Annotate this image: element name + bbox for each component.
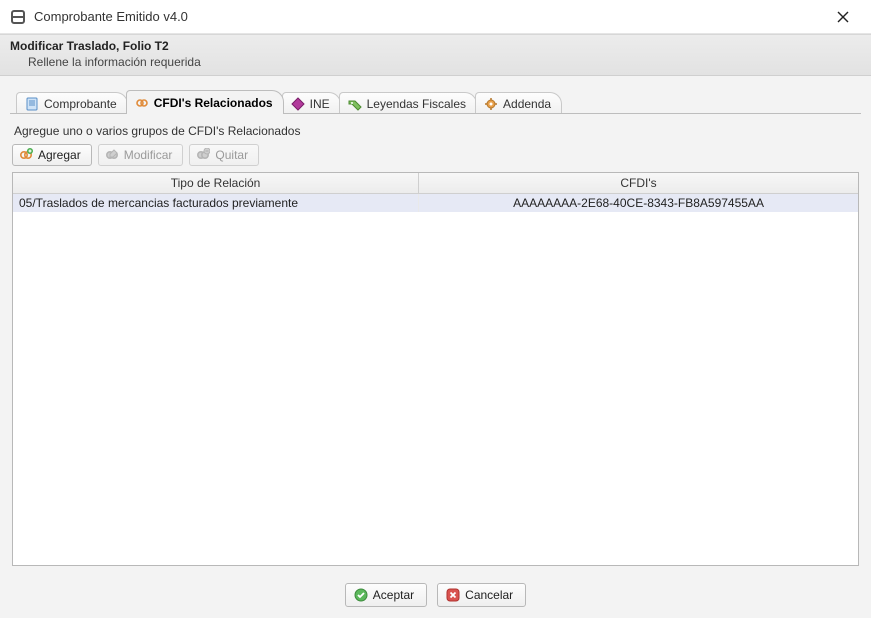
button-label: Aceptar — [373, 588, 414, 602]
tag-icon — [348, 97, 362, 111]
gear-icon — [484, 97, 498, 111]
tab-comprobante[interactable]: Comprobante — [16, 92, 128, 114]
edit-button: Modificar — [98, 144, 184, 166]
cfdis-table[interactable]: Tipo de Relación CFDI's 05/Traslados de … — [12, 172, 859, 566]
tab-label: INE — [310, 97, 330, 111]
col-header-relation[interactable]: Tipo de Relación — [13, 173, 419, 193]
document-icon — [25, 97, 39, 111]
table-row[interactable]: 05/Traslados de mercancias facturados pr… — [13, 193, 858, 212]
button-label: Quitar — [215, 148, 248, 162]
tab-ine[interactable]: INE — [282, 92, 341, 114]
body: Comprobante CFDI's Relacionados INE Leye… — [0, 76, 871, 578]
tab-label: Addenda — [503, 97, 551, 111]
tab-strip: Comprobante CFDI's Relacionados INE Leye… — [10, 90, 861, 114]
remove-icon — [196, 148, 210, 162]
remove-button: Quitar — [189, 144, 259, 166]
button-label: Cancelar — [465, 588, 513, 602]
tab-label: Leyendas Fiscales — [367, 97, 466, 111]
window: Comprobante Emitido v4.0 Modificar Trasl… — [0, 0, 871, 618]
close-icon — [837, 11, 849, 23]
page-title: Modificar Traslado, Folio T2 — [10, 39, 861, 53]
check-icon — [354, 588, 368, 602]
footer: Aceptar Cancelar — [0, 578, 871, 618]
toolbar: Agregar Modificar Quitar — [12, 142, 859, 172]
tab-panel-cfdis: Agregue uno o varios grupos de CFDI's Re… — [10, 114, 861, 570]
button-label: Agregar — [38, 148, 81, 162]
accept-button[interactable]: Aceptar — [345, 583, 427, 607]
link-icon — [135, 96, 149, 110]
diamond-icon — [291, 97, 305, 111]
cell-relation: 05/Traslados de mercancias facturados pr… — [13, 193, 419, 212]
titlebar: Comprobante Emitido v4.0 — [0, 0, 871, 34]
cell-cfdis: AAAAAAAA-2E68-40CE-8343-FB8A597455AA — [419, 193, 858, 212]
tab-label: CFDI's Relacionados — [154, 96, 273, 110]
page-subtitle: Rellene la información requerida — [10, 55, 861, 69]
instruction-text: Agregue uno o varios grupos de CFDI's Re… — [12, 124, 859, 138]
tab-label: Comprobante — [44, 97, 117, 111]
app-icon — [10, 9, 26, 25]
window-title: Comprobante Emitido v4.0 — [34, 9, 188, 24]
header-band: Modificar Traslado, Folio T2 Rellene la … — [0, 34, 871, 76]
tab-cfdis-relacionados[interactable]: CFDI's Relacionados — [126, 90, 284, 114]
table-header-row: Tipo de Relación CFDI's — [13, 173, 858, 193]
cancel-button[interactable]: Cancelar — [437, 583, 526, 607]
col-header-cfdis[interactable]: CFDI's — [419, 173, 858, 193]
close-button[interactable] — [823, 3, 863, 31]
edit-icon — [105, 148, 119, 162]
button-label: Modificar — [124, 148, 173, 162]
tab-addenda[interactable]: Addenda — [475, 92, 562, 114]
tab-leyendas-fiscales[interactable]: Leyendas Fiscales — [339, 92, 477, 114]
cancel-icon — [446, 588, 460, 602]
add-button[interactable]: Agregar — [12, 144, 92, 166]
add-icon — [19, 148, 33, 162]
